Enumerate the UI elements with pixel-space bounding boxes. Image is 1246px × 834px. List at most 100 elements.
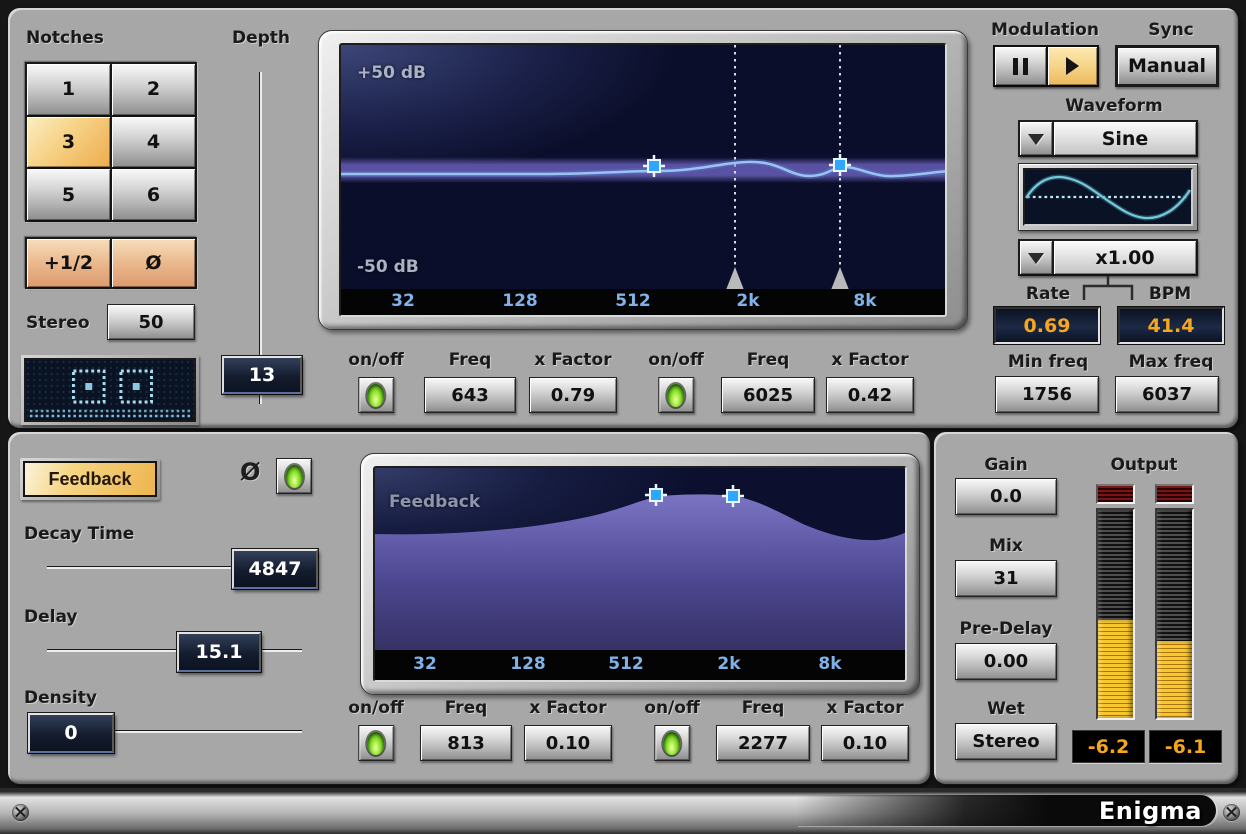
notch2-freq-field[interactable]: 6025 xyxy=(721,377,815,413)
freq-label: Freq xyxy=(449,350,492,370)
axis-tick-128: 128 xyxy=(502,291,538,311)
multiplier-value[interactable]: x1.00 xyxy=(1054,241,1196,274)
screw-icon xyxy=(12,804,29,821)
decay-time-label: Decay Time xyxy=(24,524,134,544)
waveform-shape-value[interactable]: Sine xyxy=(1054,122,1196,155)
feedback2-onoff-button[interactable] xyxy=(654,725,690,761)
onoff-label: on/off xyxy=(648,350,703,370)
waveform-dropdown-arrow-button[interactable] xyxy=(1020,122,1054,155)
play-icon xyxy=(1066,57,1088,75)
waveform-display-frame xyxy=(1018,163,1198,231)
pre-delay-field[interactable]: 0.00 xyxy=(955,643,1057,680)
onoff-label: on/off xyxy=(348,698,403,718)
notch1-freq-field[interactable]: 643 xyxy=(424,377,516,413)
depth-label: Depth xyxy=(232,28,290,48)
modulation-transport-group xyxy=(993,45,1099,87)
screw-icon xyxy=(1223,804,1240,821)
output-label: Output xyxy=(1110,455,1177,475)
rate-multiplier-dropdown[interactable]: x1.00 xyxy=(1018,239,1198,276)
notch-graph-axis: 32 128 512 2k 8k xyxy=(341,289,945,315)
notch-graph-frame: +50 dB -50 dB 32 128 512 2k 8k xyxy=(318,30,968,330)
graph-bottom-db-label: -50 dB xyxy=(357,257,419,277)
xfactor-label: x Factor xyxy=(831,350,908,370)
stereo-value-field[interactable]: 50 xyxy=(107,304,195,340)
notch1-onoff-button[interactable] xyxy=(358,377,394,413)
output-db-readout-left: -6.2 xyxy=(1072,730,1145,763)
clip-indicator-right[interactable] xyxy=(1155,484,1194,504)
density-slider-handle[interactable]: 0 xyxy=(28,713,114,753)
min-freq-label: Min freq xyxy=(1008,352,1088,372)
axis-tick-8k: 8k xyxy=(853,291,876,311)
modulation-play-button[interactable] xyxy=(1046,47,1097,85)
clip-indicator-left[interactable] xyxy=(1096,484,1135,504)
stereo-image-display xyxy=(21,355,199,425)
feedback2-freq-field[interactable]: 2277 xyxy=(716,725,810,761)
axis-tick-32: 32 xyxy=(391,291,415,311)
notch-count-button-5[interactable]: 5 xyxy=(27,169,110,220)
bpm-value-display[interactable]: 41.4 xyxy=(1118,307,1224,344)
axis-tick-8k: 8k xyxy=(818,654,841,674)
notch1-xfactor-field[interactable]: 0.79 xyxy=(529,377,617,413)
wet-mode-field[interactable]: Stereo xyxy=(955,723,1057,760)
sync-label: Sync xyxy=(1148,20,1194,40)
feedback-graph-title: Feedback xyxy=(389,492,480,512)
feedback-section-panel: Feedback Ø Decay Time 4847 Delay 15.1 De… xyxy=(8,432,930,784)
phase-button[interactable]: Ø xyxy=(112,239,195,287)
notch-count-button-4[interactable]: 4 xyxy=(112,117,195,168)
notches-button-grid: 1 2 3 4 5 6 xyxy=(25,62,197,222)
xfactor-label: x Factor xyxy=(529,698,606,718)
feedback-graph-axis: 32 128 512 2k 8k xyxy=(375,650,905,680)
feedback1-onoff-button[interactable] xyxy=(358,725,394,761)
output-meter-right xyxy=(1155,508,1194,720)
axis-tick-128: 128 xyxy=(510,654,546,674)
notch-count-button-1[interactable]: 1 xyxy=(27,64,110,115)
feedback2-xfactor-field[interactable]: 0.10 xyxy=(821,725,909,761)
bpm-label: BPM xyxy=(1149,284,1191,304)
feedback-graph-display[interactable]: Feedback 32 128 512 2k 8k xyxy=(373,466,907,682)
freq-label: Freq xyxy=(747,350,790,370)
notch-count-button-3-active[interactable]: 3 xyxy=(27,117,110,168)
min-freq-field[interactable]: 1756 xyxy=(995,376,1099,413)
feedback1-xfactor-field[interactable]: 0.10 xyxy=(524,725,612,761)
meter-fill-right xyxy=(1157,641,1192,718)
enigma-plugin-window: Notches 1 2 3 4 5 6 +1/2 Ø Stereo 50 xyxy=(0,0,1246,834)
feedback-button[interactable]: Feedback xyxy=(23,461,157,497)
notch-graph-plot xyxy=(341,45,947,295)
notch2-onoff-button[interactable] xyxy=(658,377,694,413)
depth-slider-track[interactable] xyxy=(259,72,262,404)
axis-tick-2k: 2k xyxy=(736,291,759,311)
rate-value-display[interactable]: 0.69 xyxy=(994,307,1100,344)
waveform-shape-dropdown[interactable]: Sine xyxy=(1018,120,1198,157)
rate-label: Rate xyxy=(1026,284,1070,304)
output-meter-left xyxy=(1096,508,1135,720)
axis-tick-512: 512 xyxy=(608,654,644,674)
notch-count-button-6[interactable]: 6 xyxy=(112,169,195,220)
depth-slider-handle[interactable]: 13 xyxy=(222,356,302,394)
notch-graph-display[interactable]: +50 dB -50 dB 32 128 512 2k 8k xyxy=(339,43,947,317)
gain-field[interactable]: 0.0 xyxy=(955,478,1057,515)
brand-bar: Enigma xyxy=(0,788,1246,834)
sync-mode-button[interactable]: Manual xyxy=(1115,45,1219,87)
delay-slider-track[interactable] xyxy=(47,649,302,652)
plus-half-button[interactable]: +1/2 xyxy=(27,239,110,287)
chevron-down-icon xyxy=(1028,253,1044,272)
notch2-xfactor-field[interactable]: 0.42 xyxy=(826,377,914,413)
decay-time-slider-handle[interactable]: 4847 xyxy=(232,549,318,589)
output-db-readout-right: -6.1 xyxy=(1149,730,1222,763)
density-label: Density xyxy=(24,688,97,708)
feedback-onoff-button[interactable] xyxy=(276,458,312,494)
max-freq-field[interactable]: 6037 xyxy=(1115,376,1219,413)
delay-slider-handle[interactable]: 15.1 xyxy=(177,632,261,672)
multiplier-dropdown-arrow-button[interactable] xyxy=(1020,241,1054,274)
axis-tick-512: 512 xyxy=(615,291,651,311)
freq-label: Freq xyxy=(742,698,785,718)
max-freq-label: Max freq xyxy=(1129,352,1214,372)
stereo-label: Stereo xyxy=(26,313,90,333)
notch-count-button-2[interactable]: 2 xyxy=(112,64,195,115)
delay-label: Delay xyxy=(24,607,78,627)
mix-field[interactable]: 31 xyxy=(955,560,1057,597)
feedback1-freq-field[interactable]: 813 xyxy=(420,725,512,761)
modulation-pause-button[interactable] xyxy=(995,47,1046,85)
notch-modifier-group: +1/2 Ø xyxy=(25,237,197,289)
stereo-dots-graphic xyxy=(26,360,194,420)
